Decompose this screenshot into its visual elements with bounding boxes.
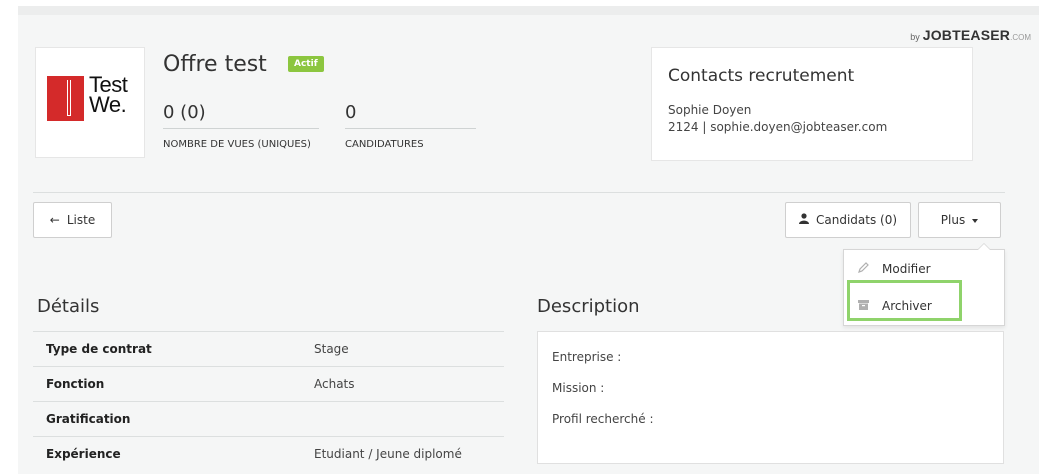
logo-text-line2: We. <box>89 92 127 117</box>
header-divider <box>33 192 1005 193</box>
candidates-label: Candidats (0) <box>815 213 898 227</box>
contact-details: 2124 | sophie.doyen@jobteaser.com <box>668 120 888 134</box>
page-title: Offre test <box>163 52 267 77</box>
more-label: Plus <box>940 213 966 227</box>
company-logo: Test We. <box>35 47 145 158</box>
brand-name: JOBTEASER <box>922 27 1011 43</box>
stat-applications-value: 0 <box>345 102 357 123</box>
archiver-highlight-box <box>847 280 962 321</box>
description-field: Entreprise : <box>552 350 622 364</box>
back-to-list-label: Liste <box>66 213 96 227</box>
stat-views-underline <box>163 128 319 129</box>
pencil-icon <box>858 262 872 276</box>
table-row: Type de contrat Stage <box>33 331 504 367</box>
details-title: Détails <box>37 296 100 317</box>
details-table: Type de contrat Stage Fonction Achats Gr… <box>33 331 504 472</box>
brand-com: .COM <box>1010 33 1031 42</box>
more-dropdown-button[interactable]: Plus <box>918 202 1001 238</box>
description-field: Mission : <box>552 381 605 395</box>
arrow-left-icon: ← <box>49 213 60 227</box>
brand-by: by <box>910 32 920 42</box>
jobteaser-brand: by JOBTEASER.COM <box>910 27 1031 45</box>
menu-item-modifier-label: Modifier <box>882 262 931 276</box>
stat-views-label: NOMBRE DE VUES (UNIQUES) <box>163 139 311 150</box>
table-row: Fonction Achats <box>33 366 504 402</box>
table-row: Gratification <box>33 401 504 437</box>
description-field: Profil recherché : <box>552 412 654 426</box>
menu-item-modifier[interactable]: Modifier <box>858 262 931 276</box>
detail-key: Fonction <box>46 377 105 391</box>
detail-value: Etudiant / Jeune diplomé <box>314 447 462 462</box>
contact-name: Sophie Doyen <box>668 103 752 117</box>
detail-key: Expérience <box>46 447 121 462</box>
logo-red-block <box>47 76 84 121</box>
back-to-list-button[interactable]: ← Liste <box>33 202 112 238</box>
table-row: Expérience Etudiant / Jeune diplomé <box>33 436 504 472</box>
detail-key: Type de contrat <box>46 342 152 356</box>
candidates-button[interactable]: Candidats (0) <box>785 202 911 238</box>
description-title: Description <box>537 296 640 317</box>
stat-applications: 0 CANDIDATURES <box>345 102 476 150</box>
status-badge: Actif <box>288 56 324 72</box>
top-strip <box>18 6 1039 15</box>
stat-applications-underline <box>345 128 476 129</box>
stat-applications-label: CANDIDATURES <box>345 139 424 150</box>
recruitment-contacts-card: Contacts recrutement Sophie Doyen 2124 |… <box>651 47 973 161</box>
detail-key: Gratification <box>46 412 131 426</box>
logo-text: Test We. <box>89 74 128 117</box>
detail-value: Stage <box>314 342 349 356</box>
detail-value <box>301 402 504 437</box>
stat-views-value: 0 (0) <box>163 102 206 123</box>
caret-down-icon <box>972 218 979 223</box>
description-box: Entreprise : Mission : Profil recherché … <box>537 331 1004 464</box>
detail-value: Achats <box>314 377 355 391</box>
user-icon <box>798 213 809 227</box>
stat-views: 0 (0) NOMBRE DE VUES (UNIQUES) <box>163 102 319 150</box>
contacts-title: Contacts recrutement <box>668 66 855 86</box>
